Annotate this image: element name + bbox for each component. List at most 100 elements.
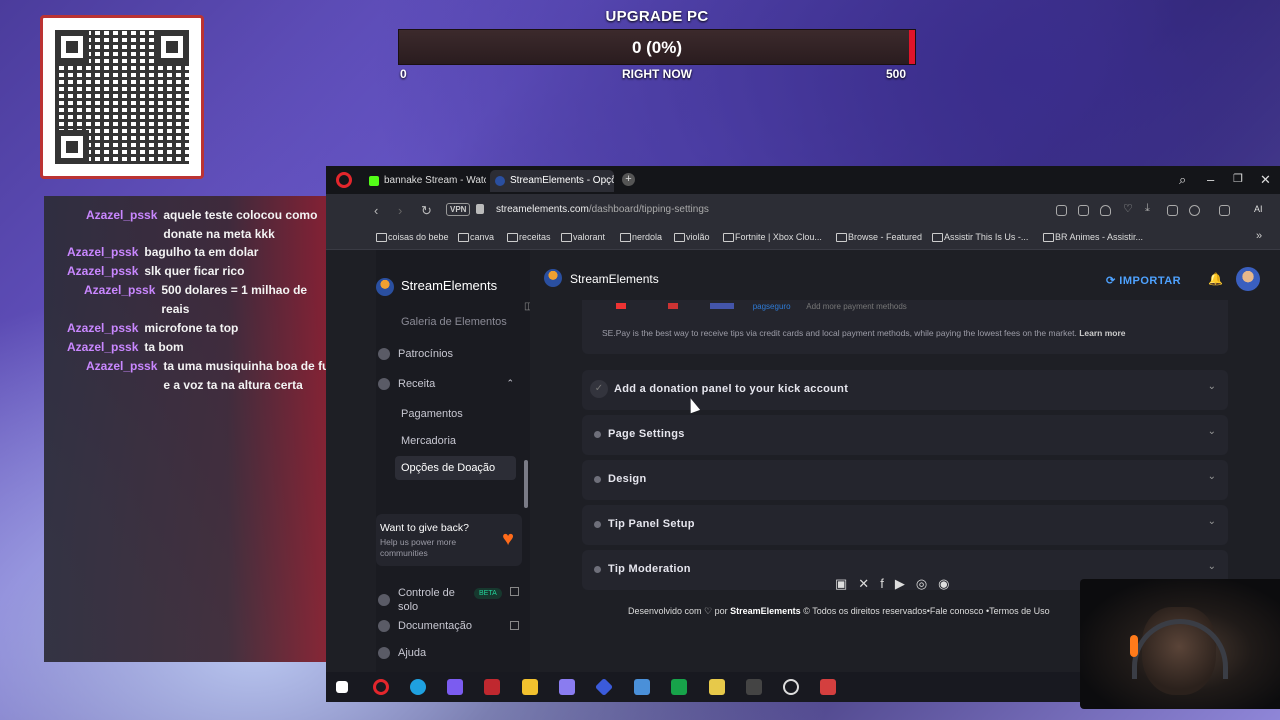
status-dot [594, 566, 601, 573]
tab-label: bannake Stream - Watch L [384, 175, 486, 186]
bookmark-item[interactable]: coisas do bebe [376, 232, 449, 242]
accordion-title: Page Settings [608, 428, 685, 440]
camera-icon[interactable] [1078, 205, 1089, 216]
discord-icon[interactable]: ◉ [938, 576, 960, 591]
sidebar-item-label: Receita [398, 378, 436, 390]
file-explorer-icon[interactable] [522, 679, 538, 695]
twitch-icon[interactable]: ▣ [835, 576, 858, 591]
accordion-design[interactable]: Design ⌄ [582, 460, 1228, 500]
sidebar-item-patrocinios[interactable]: Patrocínios [376, 348, 453, 360]
opera-logo-icon[interactable] [336, 172, 352, 188]
download-icon[interactable]: ⤓ [1145, 202, 1156, 214]
restore-icon[interactable]: ❐ [1233, 172, 1243, 185]
sponsor-icon [378, 348, 390, 360]
bookmark-item[interactable]: nerdola [620, 232, 662, 242]
qr-finder [55, 30, 89, 64]
profile-icon[interactable] [1189, 205, 1200, 216]
footer-brand: StreamElements [730, 606, 801, 616]
tab-kick[interactable]: bannake Stream - Watch L [364, 170, 486, 192]
chat-username: Azazel_pssk [67, 321, 139, 335]
edit-icon[interactable] [1056, 205, 1067, 216]
bookmark-item[interactable]: receitas [507, 232, 551, 242]
bookmark-item[interactable]: violão [674, 232, 710, 242]
monitor-icon[interactable] [634, 679, 650, 695]
sidebar-item-galeria[interactable]: Galeria de Elementos [401, 316, 507, 328]
sidebar-brand[interactable]: StreamElements [376, 278, 497, 296]
vpn-badge[interactable]: VPN [446, 203, 471, 216]
youtube-icon[interactable]: ▶ [895, 576, 916, 591]
sidebar-scrollbar[interactable] [524, 460, 528, 508]
header-brand[interactable]: StreamElements [544, 269, 659, 287]
facebook-icon[interactable]: f [880, 576, 895, 591]
bookmark-item[interactable]: canva [458, 232, 494, 242]
bookmark-item[interactable]: Browse - Featured [836, 232, 922, 242]
windows-start-icon[interactable] [336, 681, 348, 693]
back-icon[interactable]: ‹ [374, 203, 378, 218]
sidebar-item-controle[interactable]: Controle de solo BETA [376, 586, 522, 614]
sidebar-item-opcoes-doacao[interactable]: Opções de Doação [395, 456, 516, 480]
bookmark-item[interactable]: valorant [561, 232, 605, 242]
notification-bell-icon[interactable]: 🔔 [1208, 272, 1223, 286]
headphone-light [1130, 635, 1138, 657]
aria-ai-button[interactable]: AI [1254, 204, 1263, 214]
copilot-icon[interactable] [447, 679, 463, 695]
sidebar-item-ajuda[interactable]: Ajuda [376, 647, 426, 659]
app-icon[interactable] [594, 677, 614, 697]
footer-by: por [714, 606, 728, 616]
more-bookmarks-icon[interactable]: » [1256, 230, 1262, 242]
edge-icon[interactable] [410, 679, 426, 695]
contact-link[interactable]: •Fale conosco [927, 606, 984, 616]
qr-finder [55, 130, 89, 164]
search-icon[interactable]: ⌕ [1179, 172, 1186, 188]
gamepad-icon[interactable] [559, 679, 575, 695]
add-payment-methods-link[interactable]: Add more payment methods [806, 302, 907, 311]
cube-icon[interactable] [1219, 205, 1230, 216]
url-host: streamelements.com [496, 204, 589, 215]
sidebar-item-pagamentos[interactable]: Pagamentos [401, 408, 463, 420]
obs-icon[interactable] [783, 679, 799, 695]
avatar[interactable] [1236, 267, 1260, 291]
accordion-title: Add a donation panel to your kick accoun… [614, 383, 849, 395]
minimize-icon[interactable]: – [1207, 172, 1214, 187]
url-field[interactable]: streamelements.com/dashboard/tipping-set… [496, 204, 709, 215]
accordion-page-settings[interactable]: Page Settings ⌄ [582, 415, 1228, 455]
import-button[interactable]: ⟳ IMPORTAR [1106, 274, 1181, 287]
learn-more-link[interactable]: Learn more [1079, 328, 1125, 338]
app-icon[interactable] [484, 679, 500, 695]
chevron-down-icon: ⌄ [1207, 516, 1216, 527]
app-icon[interactable] [746, 679, 762, 695]
app-icon[interactable] [709, 679, 725, 695]
forward-icon[interactable]: › [398, 203, 402, 218]
xbox-icon[interactable] [671, 679, 687, 695]
accordion-tip-panel-setup[interactable]: Tip Panel Setup ⌄ [582, 505, 1228, 545]
chat-message: Azazel_pssk microfone ta top [67, 319, 238, 338]
app-icon[interactable] [820, 679, 836, 695]
reload-icon[interactable]: ↻ [421, 203, 432, 219]
heart-icon[interactable]: ♡ [1123, 202, 1134, 215]
qr-code [40, 15, 204, 179]
chat-username: Azazel_pssk [86, 359, 158, 373]
extensions-icon[interactable] [1167, 205, 1178, 216]
bookmark-item[interactable]: Fortnite | Xbox Clou... [723, 232, 822, 242]
instagram-icon[interactable]: ◎ [916, 576, 938, 591]
chevron-down-icon: ⌄ [1207, 381, 1216, 392]
shield-icon[interactable] [1100, 205, 1111, 216]
sidebar-item-documentacao[interactable]: Documentação [376, 620, 522, 632]
give-back-card[interactable]: Want to give back? Help us power more co… [376, 514, 522, 566]
opera-icon[interactable] [373, 679, 389, 695]
tab-bar: bannake Stream - Watch L StreamElements … [326, 166, 1280, 194]
accordion-title: Tip Moderation [608, 563, 691, 575]
tab-streamelements[interactable]: StreamElements - Opções [490, 170, 614, 192]
sidebar-item-receita[interactable]: Receita ⌃ [376, 378, 514, 390]
bookmark-item[interactable]: Assistir This Is Us -... [932, 232, 1028, 242]
bookmark-item[interactable]: BR Animes - Assistir... [1043, 232, 1143, 242]
new-tab-button[interactable]: + [622, 173, 635, 186]
close-icon[interactable]: ✕ [1260, 172, 1271, 188]
chat-username: Azazel_pssk [67, 340, 139, 354]
terms-link[interactable]: •Termos de Uso [986, 606, 1050, 616]
chevron-down-icon: ⌄ [1207, 426, 1216, 437]
accordion-kick-panel[interactable]: ✓ Add a donation panel to your kick acco… [582, 370, 1228, 410]
chat-text: aquele teste colocou como donate na meta… [163, 208, 318, 241]
x-icon[interactable]: ✕ [858, 576, 880, 591]
sidebar-item-mercadoria[interactable]: Mercadoria [401, 435, 456, 447]
